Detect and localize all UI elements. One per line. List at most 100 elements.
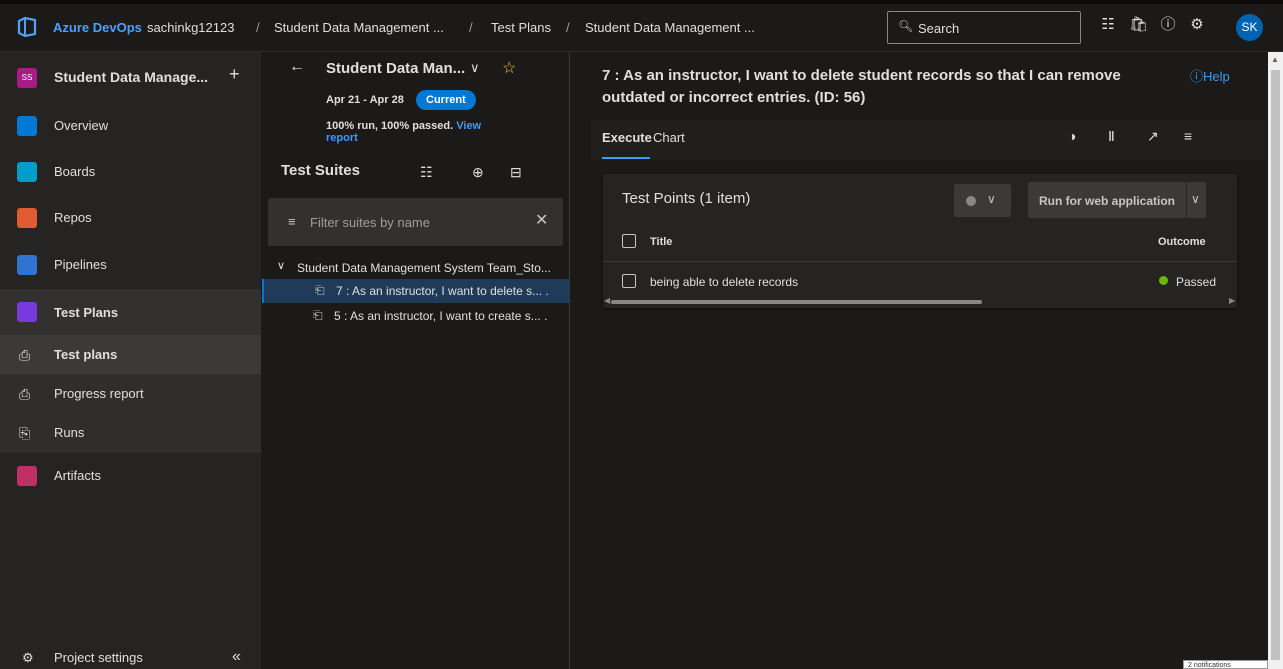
column-header-outcome[interactable]: Outcome — [1158, 236, 1206, 248]
nav-item-overview[interactable]: Overview — [0, 106, 261, 146]
nav-item-label: Test Plans — [54, 305, 119, 320]
mark-outcome-dropdown[interactable]: ∨ — [954, 184, 1011, 217]
chevron-down-icon: ∨ — [987, 192, 996, 206]
nav-item-project-settings[interactable]: ⚙ Project settings « — [0, 638, 261, 669]
suite-root-label: Student Data Management System Team_Sto.… — [297, 261, 551, 275]
nav-sub-label: Progress report — [54, 386, 144, 401]
search-box[interactable]: 🔍︎ Search — [887, 11, 1081, 44]
tree-expand-icon[interactable]: ☷ — [420, 164, 433, 181]
outcome-status-icon — [966, 196, 976, 206]
search-placeholder: Search — [918, 21, 960, 36]
suites-panel: ← Student Data Man... ∨ ☆ Apr 21 - Apr 2… — [262, 52, 570, 669]
add-suite-icon[interactable]: ⊕ — [472, 164, 484, 181]
filter-placeholder: Filter suites by name — [310, 215, 430, 230]
nav-sub-progress-report[interactable]: ⎙ Progress report — [0, 374, 261, 414]
select-all-checkbox[interactable] — [622, 234, 636, 248]
left-nav: SS Student Data Manage... + Overview Boa… — [0, 52, 261, 669]
nav-sub-test-plans[interactable]: ⎙ Test plans — [0, 335, 261, 375]
expand-icon[interactable]: ↗ — [1147, 128, 1159, 145]
suite-tree-item[interactable]: ⎗ 7 : As an instructor, I want to delete… — [262, 279, 569, 303]
run-for-web-button[interactable]: Run for web application — [1028, 182, 1186, 218]
collapse-nav-icon[interactable]: « — [232, 648, 241, 666]
scrollbar-thumb[interactable] — [1271, 70, 1280, 660]
run-button-label: Run for web application — [1039, 194, 1176, 208]
org-link[interactable]: sachinkg12123 — [147, 20, 234, 35]
pipelines-icon — [17, 255, 37, 275]
nav-item-repos[interactable]: Repos — [0, 198, 261, 238]
plan-dates: Apr 21 - Apr 28 — [326, 94, 404, 106]
chevron-down-icon: ∨ — [1191, 192, 1200, 206]
breadcrumb-separator: / — [566, 20, 570, 35]
suite-label: 7 : As an instructor, I want to delete s… — [336, 284, 549, 298]
row-checkbox[interactable] — [622, 274, 636, 288]
overview-icon — [17, 116, 37, 136]
boards-icon — [17, 162, 37, 182]
test-points-card: Test Points (1 item) ∨ Run for web appli… — [603, 174, 1237, 308]
chevron-down-icon[interactable]: ∨ — [277, 259, 285, 272]
filter-icon[interactable]: ≡ — [1184, 128, 1192, 144]
passed-status-icon — [1159, 276, 1168, 285]
test-point-title[interactable]: being able to delete records — [650, 275, 798, 289]
runs-icon: ⎘ — [19, 425, 31, 441]
vertical-scrollbar[interactable]: ▲ — [1268, 52, 1283, 669]
user-settings-icon[interactable]: ⚙ — [1188, 16, 1206, 34]
run-options-dropdown[interactable]: ∨ — [1187, 182, 1206, 218]
top-bar: Azure DevOps sachinkg12123 / Student Dat… — [0, 0, 1283, 52]
scroll-right-icon[interactable]: ▶ — [1229, 296, 1235, 305]
project-avatar: SS — [17, 68, 37, 88]
breadcrumb-plan[interactable]: Student Data Management ... — [585, 20, 755, 35]
project-switcher[interactable]: SS Student Data Manage... + — [0, 54, 261, 100]
work-item-title: 7 : As an instructor, I want to delete s… — [602, 67, 1121, 106]
nav-item-artifacts[interactable]: Artifacts — [0, 456, 261, 496]
plan-title[interactable]: Student Data Man... — [326, 60, 465, 77]
suite-folder-icon: ⎗ — [315, 283, 325, 297]
add-icon[interactable]: + — [229, 64, 240, 85]
tab-execute[interactable]: Execute — [602, 130, 652, 145]
active-tab-indicator — [602, 157, 650, 159]
suite-tree-root[interactable]: ∨ Student Data Management System Team_St… — [262, 256, 569, 280]
shopping-bag-icon[interactable]: 🛍︎ — [1129, 16, 1148, 34]
brand-link[interactable]: Azure DevOps — [53, 20, 142, 35]
breadcrumb-project[interactable]: Student Data Management ... — [274, 20, 444, 35]
suite-folder-icon: ⎗ — [313, 308, 323, 322]
nav-item-pipelines[interactable]: Pipelines — [0, 245, 261, 285]
filter-icon: ≡ — [288, 214, 296, 229]
horizontal-scrollbar[interactable] — [611, 300, 982, 304]
search-icon: 🔍︎ — [898, 19, 914, 33]
nav-item-label: Repos — [54, 210, 92, 225]
test-points-title: Test Points (1 item) — [622, 190, 751, 207]
breadcrumb-test-plans[interactable]: Test Plans — [491, 20, 551, 35]
close-icon[interactable]: ✕ — [535, 210, 548, 230]
back-arrow-icon[interactable]: ← — [289, 58, 305, 76]
task-list-icon[interactable]: ☷ — [1099, 16, 1117, 34]
scroll-left-icon[interactable]: ◀ — [604, 296, 610, 305]
progress-report-icon: ⎙ — [19, 386, 31, 402]
suite-tree-item[interactable]: ⎗ 5 : As an instructor, I want to create… — [262, 304, 569, 328]
azure-devops-logo-icon[interactable] — [16, 16, 38, 38]
breadcrumb-separator: / — [256, 20, 260, 35]
nav-sub-label: Test plans — [54, 347, 118, 362]
help-icon[interactable]: ⓘ — [1159, 16, 1177, 34]
star-icon[interactable]: ☆ — [502, 58, 516, 78]
help-link[interactable]: ⓘHelp — [1190, 66, 1230, 85]
repos-icon — [17, 208, 37, 228]
execute-panel: 7 : As an instructor, I want to delete s… — [571, 52, 1268, 669]
nav-item-label: Artifacts — [54, 468, 101, 483]
user-avatar[interactable]: SK — [1236, 14, 1263, 41]
chevron-down-icon[interactable]: ∨ — [470, 60, 480, 76]
nav-item-test-plans[interactable]: Test Plans — [0, 289, 261, 335]
scroll-up-icon[interactable]: ▲ — [1271, 55, 1279, 64]
pane-toggle-icon[interactable]: ◑ — [1068, 128, 1076, 144]
tab-chart[interactable]: Chart — [653, 130, 685, 145]
artifacts-icon — [17, 466, 37, 486]
nav-sub-label: Runs — [54, 425, 85, 440]
nav-item-boards[interactable]: Boards — [0, 152, 261, 192]
column-options-icon[interactable]: Ⅱ — [1108, 128, 1115, 145]
column-header-title[interactable]: Title — [650, 236, 672, 248]
collapse-all-icon[interactable]: ⊟ — [510, 164, 522, 181]
tab-bar: Execute Chart ◑ Ⅱ ↗ ≡ — [591, 120, 1267, 160]
window-strip — [0, 0, 1283, 4]
header-divider — [603, 261, 1237, 262]
filter-suites-input[interactable]: ≡ Filter suites by name ✕ — [268, 198, 563, 246]
nav-sub-runs[interactable]: ⎘ Runs — [0, 413, 261, 453]
